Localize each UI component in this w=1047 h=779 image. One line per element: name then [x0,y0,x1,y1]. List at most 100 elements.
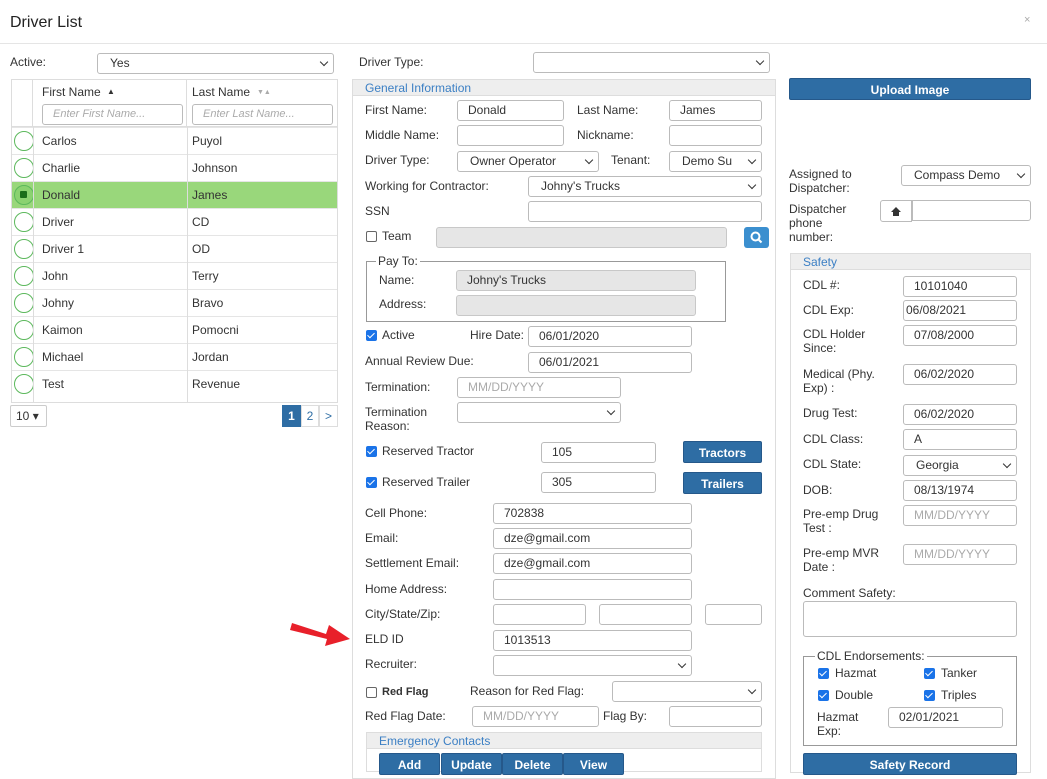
termination-reason-select[interactable] [457,402,621,423]
driver-type-filter-select[interactable] [533,52,770,73]
table-row[interactable]: Driver CD [12,208,337,235]
ssn-input[interactable] [528,201,762,222]
reserved-tractor-input[interactable]: 105 [541,442,656,463]
state-input[interactable] [599,604,692,625]
row-select-radio[interactable] [14,293,34,313]
table-row[interactable]: Carlos Puyol [12,127,337,154]
table-row[interactable]: Kaimon Pomocni [12,316,337,343]
last-name-cell: CD [192,215,210,229]
comment-safety-textarea[interactable] [803,601,1017,637]
row-select-radio[interactable] [14,185,34,205]
update-contact-button[interactable]: Update [441,753,502,775]
eld-id-input[interactable]: 1013513 [493,630,692,651]
tenant-select[interactable]: Demo Su [669,151,762,172]
search-button[interactable] [744,227,769,248]
annual-review-input[interactable]: 06/01/2021 [528,352,692,373]
add-contact-button[interactable]: Add [379,753,440,775]
safety-record-button[interactable]: Safety Record [803,753,1017,775]
dob-input[interactable]: 08/13/1974 [903,480,1017,501]
last-name-header[interactable]: Last Name ▼▲ Enter Last Name... [187,80,337,127]
column-divider [33,127,34,402]
triples-checkbox[interactable] [924,690,935,701]
cdl-holder-input[interactable]: 07/08/2000 [903,325,1017,346]
row-select-radio[interactable] [14,239,34,259]
cdl-class-input[interactable]: A [903,429,1017,450]
red-flag-reason-select[interactable] [612,681,762,702]
hire-date-input[interactable]: 06/01/2020 [528,326,692,347]
sort-both-icon[interactable]: ▼▲ [257,86,271,100]
table-row[interactable]: Donald James [12,181,337,208]
settlement-email-input[interactable]: dze@gmail.com [493,553,692,574]
first-name-cell: Kaimon [42,323,83,337]
hazmat-label: Hazmat [835,666,877,680]
row-select-radio[interactable] [14,266,34,286]
cell-phone-input[interactable]: 702838 [493,503,692,524]
preemp-mvr-input[interactable]: MM/DD/YYYY [903,544,1017,565]
table-row[interactable]: Michael Jordan [12,343,337,370]
table-row[interactable]: Johny Bravo [12,289,337,316]
last-name-cell: Puyol [192,134,223,148]
dispatcher-select[interactable]: Compass Demo [901,165,1031,186]
row-select-radio[interactable] [14,158,34,178]
medical-input[interactable]: 06/02/2020 [903,364,1017,385]
first-name-cell: Test [42,377,65,391]
middle-name-input[interactable] [457,125,564,146]
last-name-input[interactable]: James [669,100,762,121]
reserved-tractor-checkbox[interactable] [366,446,377,457]
delete-contact-button[interactable]: Delete [502,753,563,775]
contractor-select[interactable]: Johny's Trucks [528,176,762,197]
cdl-state-select[interactable]: Georgia [903,455,1017,476]
tractors-button[interactable]: Tractors [683,441,762,463]
page-2-button[interactable]: 2 [301,405,319,427]
row-select-radio[interactable] [14,374,34,394]
page-1-button[interactable]: 1 [282,405,301,427]
hazmat-checkbox[interactable] [818,668,829,679]
last-name-filter-input[interactable]: Enter Last Name... [192,104,333,125]
nickname-input[interactable] [669,125,762,146]
row-select-radio[interactable] [14,347,34,367]
drug-test-input[interactable]: 06/02/2020 [903,404,1017,425]
flag-by-input[interactable] [669,706,762,727]
recruiter-select[interactable] [493,655,692,676]
upload-image-button[interactable]: Upload Image [789,78,1031,100]
page-size-select[interactable]: 10 ▾ [10,405,47,427]
row-select-radio[interactable] [14,212,34,232]
city-input[interactable] [493,604,586,625]
sort-asc-icon[interactable]: ▲ [107,85,115,99]
row-select-radio[interactable] [14,131,34,151]
first-name-header[interactable]: First Name ▲ Enter First Name... [33,80,187,127]
trailers-button[interactable]: Trailers [683,472,762,494]
zip-input[interactable] [705,604,762,625]
reserved-trailer-checkbox[interactable] [366,477,377,488]
red-flag-date-input[interactable]: MM/DD/YYYY [472,706,599,727]
active-filter-select[interactable]: Yes [97,53,334,74]
cdl-number-input[interactable]: 10101040 [903,276,1017,297]
row-select-radio[interactable] [14,320,34,340]
cdl-exp-input[interactable]: 06/08/2021 [903,300,1017,321]
termination-input[interactable]: MM/DD/YYYY [457,377,621,398]
red-flag-checkbox[interactable] [366,687,377,698]
email-input[interactable]: dze@gmail.com [493,528,692,549]
team-checkbox[interactable] [366,231,377,242]
hazmat-exp-input[interactable]: 02/01/2021 [888,707,1003,728]
driver-type-select[interactable]: Owner Operator [457,151,599,172]
first-name-input[interactable]: Donald [457,100,564,121]
driver-type-label: Driver Type: [365,153,430,167]
home-address-input[interactable] [493,579,692,600]
table-row[interactable]: John Terry [12,262,337,289]
reserved-trailer-input[interactable]: 305 [541,472,656,493]
drug-test-label: Drug Test: [803,406,858,420]
close-icon[interactable]: × [1024,14,1030,26]
first-name-filter-input[interactable]: Enter First Name... [42,104,183,125]
cdl-number-label: CDL #: [803,278,840,292]
table-row[interactable]: Driver 1 OD [12,235,337,262]
double-checkbox[interactable] [818,690,829,701]
dispatcher-phone-input[interactable] [912,200,1031,221]
tanker-checkbox[interactable] [924,668,935,679]
preemp-drug-input[interactable]: MM/DD/YYYY [903,505,1017,526]
active-checkbox[interactable] [366,330,377,341]
view-contact-button[interactable]: View [563,753,624,775]
table-row[interactable]: Charlie Johnson [12,154,337,181]
table-row[interactable]: Test Revenue [12,370,337,397]
next-page-button[interactable]: > [319,405,338,427]
